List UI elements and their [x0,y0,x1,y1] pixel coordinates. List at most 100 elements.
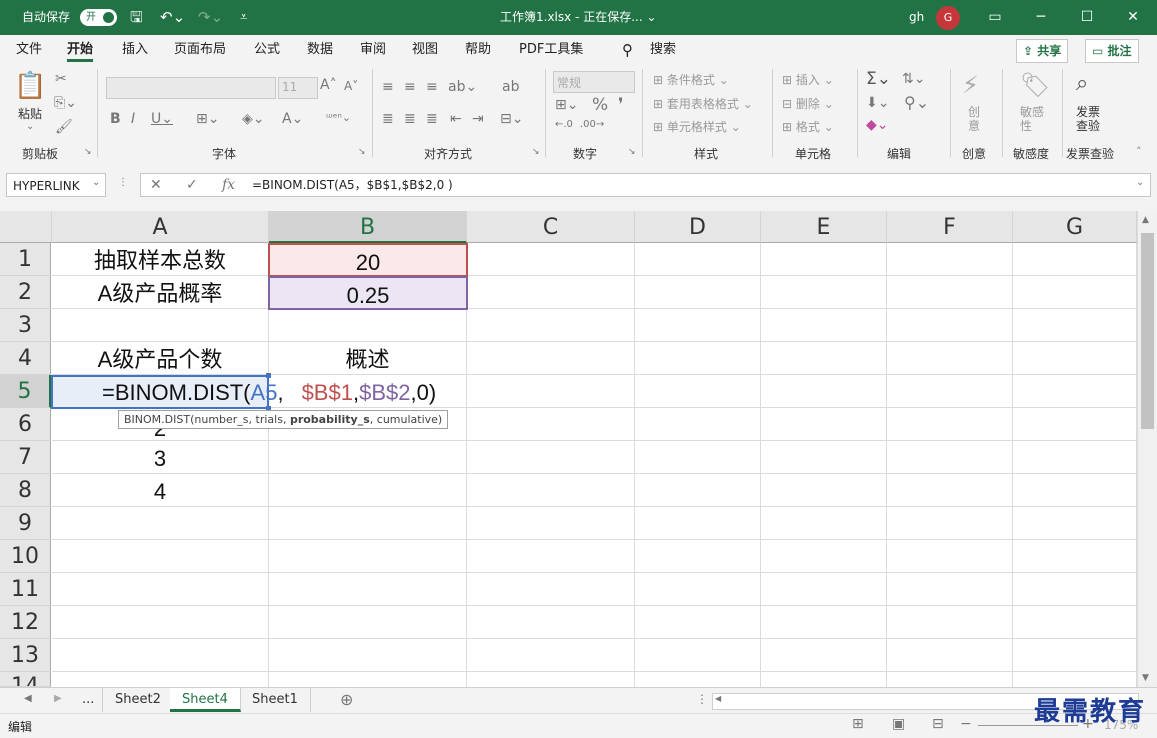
find-select-icon[interactable]: ⚲⌄ [904,93,929,112]
invoice-check-icon[interactable]: ⌕ [1076,71,1088,96]
row-header[interactable]: 6 [0,408,51,441]
align-bottom-icon[interactable]: ≡ [426,79,438,95]
accounting-format-icon[interactable]: ⊞⌄ [555,97,578,113]
orientation-icon[interactable]: ab⌄ [448,79,477,95]
paste-dropdown-icon[interactable]: ⌄ [26,121,34,132]
row-header[interactable]: 1 [0,243,51,276]
row-header[interactable]: 12 [0,606,51,639]
cell-a4[interactable]: A级产品个数 [52,342,269,375]
scroll-down-icon[interactable]: ▼ [1142,673,1149,683]
range-handle[interactable] [266,373,271,378]
tab-home[interactable]: 开始 [67,35,94,65]
row-header[interactable]: 13 [0,639,51,672]
maximize-button[interactable]: ☐ [1064,0,1110,35]
number-launcher-icon[interactable]: ↘ [628,147,636,157]
sensitivity-icon[interactable]: 🏷 [1020,71,1050,99]
share-button[interactable]: ⇪ 共享 [1016,39,1069,63]
clipboard-launcher-icon[interactable]: ↘ [84,147,92,157]
increase-decimal-icon[interactable]: ←.0 [555,119,573,130]
avatar[interactable]: G [936,6,960,30]
name-box[interactable]: HYPERLINK [6,173,106,197]
row-header[interactable]: 8 [0,474,51,507]
column-header-e[interactable]: E [761,211,887,243]
align-middle-icon[interactable]: ≡ [404,79,416,95]
next-sheet-icon[interactable]: ▶ [54,693,62,704]
scroll-up-icon[interactable]: ▲ [1142,215,1149,225]
phonetic-icon[interactable]: ᵚᵉⁿ⌄ [326,111,351,124]
decrease-decimal-icon[interactable]: .00→ [580,119,604,130]
row-header[interactable]: 7 [0,441,51,474]
tab-pdf-tools[interactable]: PDF工具集 [519,35,583,65]
tab-sheet1[interactable]: Sheet1 [240,688,311,712]
row-header[interactable]: 14 [0,672,51,687]
prev-sheet-icon[interactable]: ◀ [24,693,32,704]
row-header[interactable]: 5 [0,375,51,408]
cell-b2[interactable]: 0.25 [268,276,468,310]
cell-a2[interactable]: A级产品概率 [52,276,269,309]
cell-b4[interactable]: 概述 [269,342,467,375]
font-size-box[interactable]: 11 [278,77,318,99]
column-header-c[interactable]: C [467,211,635,243]
search-box[interactable]: 搜索 [650,35,676,65]
row-header[interactable]: 2 [0,276,51,309]
comma-style-icon[interactable]: ❜ [618,95,623,115]
search-icon[interactable]: ⚲ [622,35,633,65]
cell-styles-button[interactable]: ⊞ 单元格样式 ⌄ [653,118,741,135]
scroll-thumb[interactable] [1141,233,1154,429]
customize-qat-icon[interactable]: ⩡ [240,0,247,35]
close-button[interactable]: ✕ [1110,0,1156,35]
align-top-icon[interactable]: ≡ [382,79,394,95]
tab-page-layout[interactable]: 页面布局 [174,35,226,65]
cut-icon[interactable]: ✂ [55,71,67,87]
cell-a7[interactable]: 3 [52,441,269,474]
row-header[interactable]: 3 [0,309,51,342]
save-icon[interactable]: 🖫 [130,0,143,35]
align-center-icon[interactable]: ≣ [404,111,416,127]
enter-icon[interactable]: ✓ [186,177,198,193]
worksheet[interactable]: A B C D E F G 1 2 3 4 5 6 7 8 9 10 11 12… [0,211,1157,705]
paste-button[interactable]: 粘贴 [18,105,42,122]
minimize-button[interactable]: ─ [1018,0,1064,35]
format-cells-button[interactable]: ⊞ 格式 ⌄ [782,118,834,135]
tab-sheet4[interactable]: Sheet4 [170,688,241,712]
tab-sheet2[interactable]: Sheet2 [102,688,174,712]
cell-b1[interactable]: 20 [268,243,468,277]
name-box-dropdown-icon[interactable]: ⌄ [92,177,100,188]
tab-formulas[interactable]: 公式 [254,35,280,65]
tab-view[interactable]: 视图 [412,35,438,65]
fill-icon[interactable]: ⬇⌄ [866,95,889,111]
increase-font-icon[interactable]: A˄ [320,77,337,93]
delete-cells-button[interactable]: ⊟ 删除 ⌄ [782,95,834,112]
tab-file[interactable]: 文件 [16,35,42,65]
insert-function-icon[interactable]: fx [222,177,235,193]
autosum-icon[interactable]: Σ⌄ [866,69,891,89]
percent-icon[interactable]: % [592,95,608,115]
font-color-icon[interactable]: A⌄ [282,111,303,127]
add-sheet-icon[interactable]: ⊕ [340,690,353,709]
cell-a8[interactable]: 4 [52,474,269,507]
fill-color-icon[interactable]: ◈⌄ [242,111,265,127]
italic-icon[interactable]: I [131,111,135,127]
borders-icon[interactable]: ⊞⌄ [196,111,219,127]
align-right-icon[interactable]: ≣ [426,111,438,127]
column-header-a[interactable]: A [52,211,269,243]
font-name-box[interactable] [106,77,276,99]
creativity-icon[interactable]: ⚡ [962,71,979,99]
undo-icon[interactable]: ↶⌄ [160,0,185,35]
vertical-scrollbar[interactable]: ▲ ▼ [1137,211,1157,687]
more-sheets[interactable]: ... [70,688,106,712]
comments-button[interactable]: ▭ 批注 [1085,39,1139,63]
row-header[interactable]: 4 [0,342,51,375]
select-all-corner[interactable] [0,211,52,243]
function-tooltip[interactable]: BINOM.DIST(number_s, trials, probability… [118,410,449,429]
clear-icon[interactable]: ◆⌄ [866,117,889,133]
zoom-out-icon[interactable]: − [960,716,972,732]
insert-cells-button[interactable]: ⊞ 插入 ⌄ [782,71,834,88]
row-header[interactable]: 9 [0,507,51,540]
cancel-icon[interactable]: ✕ [150,177,162,193]
row-header[interactable]: 10 [0,540,51,573]
tab-insert[interactable]: 插入 [122,35,148,65]
redo-icon[interactable]: ↷⌄ [198,0,223,35]
tabs-splitter-icon[interactable]: ⋮ [696,692,708,706]
creativity-button[interactable]: 创意 [968,105,982,133]
